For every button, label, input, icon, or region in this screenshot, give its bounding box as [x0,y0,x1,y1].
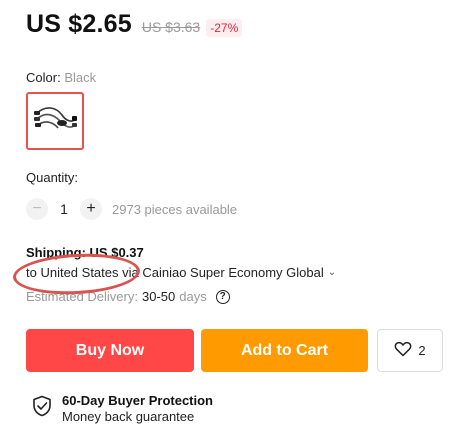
color-selected-value: Black [64,70,97,85]
quantity-label: Quantity: [26,170,79,185]
delivery-days: 30-50 [141,289,176,304]
quantity-value[interactable]: 1 [48,201,80,217]
shield-check-icon [32,395,52,422]
protection-subtitle: Money back guarantee [62,409,195,424]
original-price: US $3.63 [141,19,201,35]
current-price: US $2.65 [26,10,132,38]
heart-icon [394,341,412,360]
quantity-decrease-button[interactable]: − [26,198,48,220]
quantity-stepper: − 1 + 2973 pieces available [26,197,237,221]
discount-badge: -27% [206,19,243,37]
color-label: Color: Black [26,70,96,85]
quantity-increase-button[interactable]: + [80,198,102,220]
price-row: US $2.65 US $3.63 -27% [26,10,243,39]
add-to-cart-button[interactable]: Add to Cart [201,329,368,372]
color-label-text: Color: [26,70,61,85]
protection-title: 60-Day Buyer Protection [62,393,213,408]
action-buttons: Buy Now Add to Cart 2 [26,329,443,372]
wishlist-count: 2 [418,343,426,358]
help-icon[interactable]: ? [215,289,230,304]
buy-now-button[interactable]: Buy Now [26,329,194,372]
chevron-down-icon: ⌄ [327,267,337,278]
delivery-unit: days [179,289,207,304]
buyer-protection: 60-Day Buyer Protection Money back guara… [32,393,213,424]
color-swatch-black[interactable] [26,92,84,150]
stock-available: 2973 pieces available [112,201,238,217]
wishlist-button[interactable]: 2 [377,329,443,372]
usb-cable-icon [32,101,78,142]
